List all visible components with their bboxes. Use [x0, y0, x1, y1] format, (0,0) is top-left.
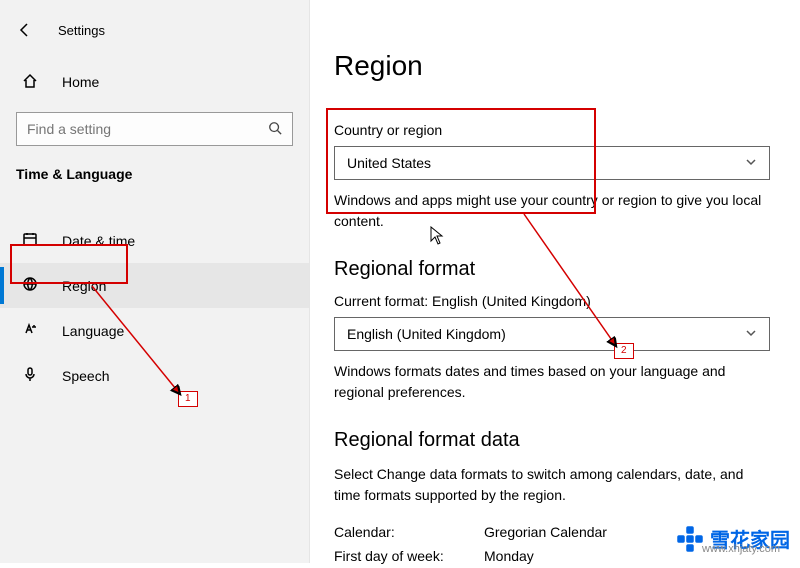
home-button[interactable]: Home [0, 62, 309, 102]
microphone-icon [20, 366, 40, 385]
watermark: 雪花家园 www.xhjaty.com [676, 524, 790, 553]
home-icon [20, 73, 40, 92]
main-pane: Region Country or region United States W… [310, 0, 800, 563]
format-data-heading: Regional format data [334, 429, 770, 452]
chevron-down-icon [745, 327, 757, 342]
titlebar: Settings [0, 12, 309, 48]
country-dropdown[interactable]: United States [334, 146, 770, 180]
globe-icon [20, 276, 40, 295]
sidebar-item-region[interactable]: Region [0, 263, 309, 308]
format-value: English (United Kingdom) [347, 326, 506, 342]
sidebar-item-date-time[interactable]: Date & time [0, 218, 309, 263]
home-label: Home [62, 74, 99, 90]
section-title: Time & Language [16, 166, 293, 182]
search-box[interactable] [16, 112, 293, 146]
format-dropdown[interactable]: English (United Kingdom) [334, 317, 770, 351]
format-data-help: Select Change data formats to switch amo… [334, 464, 770, 506]
sidebar-item-label: Language [62, 323, 124, 339]
sidebar-item-label: Speech [62, 368, 109, 384]
language-icon [20, 321, 40, 340]
watermark-logo-icon [676, 525, 704, 553]
country-help: Windows and apps might use your country … [334, 190, 770, 232]
app-title: Settings [58, 23, 105, 38]
search-input[interactable] [27, 121, 268, 137]
nav-list: Date & time Region Language Speech [0, 218, 309, 398]
regional-format-heading: Regional format [334, 258, 770, 281]
chevron-down-icon [745, 156, 757, 171]
sidebar-item-language[interactable]: Language [0, 308, 309, 353]
table-key: First day of week: [334, 548, 484, 564]
sidebar-item-speech[interactable]: Speech [0, 353, 309, 398]
sidebar-item-label: Date & time [62, 233, 135, 249]
sidebar: Settings Home Time & Language Date & tim… [0, 0, 310, 563]
page-title: Region [334, 50, 770, 82]
calendar-icon [20, 231, 40, 250]
format-help: Windows formats dates and times based on… [334, 361, 770, 403]
country-value: United States [347, 155, 431, 171]
sidebar-item-label: Region [62, 278, 106, 294]
table-key: Calendar: [334, 524, 484, 540]
country-label: Country or region [334, 122, 770, 138]
watermark-url: www.xhjaty.com [702, 543, 780, 555]
current-format-label: Current format: English (United Kingdom) [334, 293, 770, 309]
back-icon[interactable] [14, 19, 36, 41]
search-icon [268, 121, 282, 138]
